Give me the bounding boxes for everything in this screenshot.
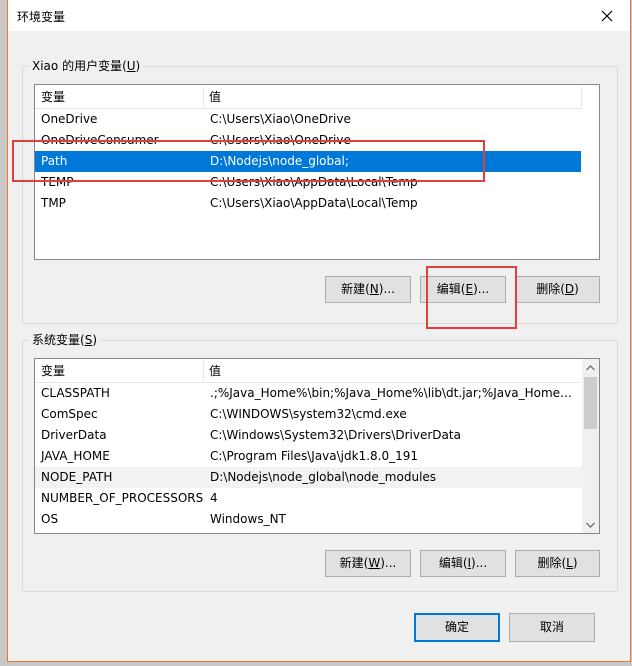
user-list-header: 变量 值 xyxy=(35,85,582,109)
system-list-header: 变量 值 xyxy=(35,359,581,383)
scroll-up-button[interactable] xyxy=(582,359,599,376)
user-delete-button[interactable]: 删除(D) xyxy=(515,276,600,303)
close-button[interactable] xyxy=(584,0,630,31)
variable-value: D:\Nodejs\node_global; xyxy=(210,154,349,168)
list-item[interactable]: OS Windows_NT xyxy=(35,509,582,530)
column-header-value[interactable]: 值 xyxy=(203,85,221,109)
chevron-down-icon xyxy=(586,522,595,528)
window-title: 环境变量 xyxy=(17,10,66,24)
scroll-thumb[interactable] xyxy=(584,377,597,429)
variable-value: D:\Nodejs\node_global\node_modules xyxy=(210,470,437,484)
variable-value: C:\Users\Xiao\OneDrive xyxy=(210,133,351,147)
column-header-name[interactable]: 变量 xyxy=(35,359,65,383)
variable-name: NODE_PATH xyxy=(41,470,113,484)
list-item[interactable]: NODE_PATH D:\Nodejs\node_global\node_modu… xyxy=(35,467,582,488)
user-edit-button[interactable]: 编辑(E)... xyxy=(420,276,506,303)
variable-name: NUMBER_OF_PROCESSORS xyxy=(41,491,204,505)
variable-name: ComSpec xyxy=(41,407,98,421)
variable-name: TMP xyxy=(41,196,66,210)
system-new-button[interactable]: 新建(W)... xyxy=(325,550,411,577)
variable-name: OS xyxy=(41,512,59,526)
scroll-down-button[interactable] xyxy=(582,516,599,533)
list-item[interactable]: OneDriveConsumer C:\Users\Xiao\OneDrive xyxy=(35,130,581,151)
variable-value: 4 xyxy=(210,491,218,505)
list-item[interactable]: DriverData C:\Windows\System32\Drivers\Dr… xyxy=(35,425,582,446)
list-item[interactable]: Path D:\Nodejs\node_global; xyxy=(35,151,581,172)
variable-value: Windows_NT xyxy=(210,512,286,526)
list-item[interactable]: TEMP C:\Users\Xiao\AppData\Local\Temp xyxy=(35,172,581,193)
list-item[interactable]: TMP C:\Users\Xiao\AppData\Local\Temp xyxy=(35,193,581,214)
variable-name: CLASSPATH xyxy=(41,386,110,400)
list-item[interactable]: CLASSPATH .;%Java_Home%\bin;%Java_Home%\l… xyxy=(35,383,582,404)
variable-name: TEMP xyxy=(41,175,74,189)
user-variables-list[interactable]: 变量 值 OneDrive C:\Users\Xiao\OneDrive OneDr… xyxy=(34,84,600,260)
column-header-name[interactable]: 变量 xyxy=(35,85,65,109)
cancel-button[interactable]: 取消 xyxy=(509,613,595,642)
variable-value: .;%Java_Home%\bin;%Java_Home%\lib\dt.jar… xyxy=(210,386,577,400)
list-item[interactable]: OneDrive C:\Users\Xiao\OneDrive xyxy=(35,109,581,130)
list-item[interactable]: NUMBER_OF_PROCESSORS 4 xyxy=(35,488,582,509)
system-edit-button[interactable]: 编辑(I)... xyxy=(420,550,506,577)
system-variables-list[interactable]: 变量 值 CLASSPATH .;%Java_Home%\bin;%Java_Ho… xyxy=(34,358,600,534)
close-icon xyxy=(601,10,613,21)
title-bar: 环境变量 xyxy=(8,0,630,31)
variable-value: C:\Users\Xiao\AppData\Local\Temp xyxy=(210,175,418,189)
chevron-up-icon xyxy=(586,364,595,370)
variable-value: C:\WINDOWS\system32\cmd.exe xyxy=(210,407,407,421)
variable-value: C:\Program Files\Java\jdk1.8.0_191 xyxy=(210,449,419,463)
variable-name: Path xyxy=(41,154,68,168)
ok-button[interactable]: 确定 xyxy=(414,613,500,642)
variable-value: C:\Users\Xiao\AppData\Local\Temp xyxy=(210,196,418,210)
column-header-value[interactable]: 值 xyxy=(203,359,221,383)
user-variables-legend: Xiao 的用户变量(U) xyxy=(29,59,144,74)
variable-name: DriverData xyxy=(41,428,107,442)
environment-variables-dialog: 环境变量 Xiao 的用户变量(U) 变量 值 OneDrive C:\Users… xyxy=(7,0,631,662)
variable-name: JAVA_HOME xyxy=(41,449,110,463)
variable-name: OneDriveConsumer xyxy=(41,133,159,147)
variable-name: OneDrive xyxy=(41,112,98,126)
variable-value: C:\Windows\System32\Drivers\DriverData xyxy=(210,428,461,442)
variable-value: C:\Users\Xiao\OneDrive xyxy=(210,112,351,126)
system-variables-legend: 系统变量(S) xyxy=(29,333,100,348)
user-new-button[interactable]: 新建(N)... xyxy=(325,276,411,303)
system-delete-button[interactable]: 删除(L) xyxy=(515,550,600,577)
system-list-scrollbar[interactable] xyxy=(582,359,599,533)
list-item[interactable]: ComSpec C:\WINDOWS\system32\cmd.exe xyxy=(35,404,582,425)
list-item[interactable]: JAVA_HOME C:\Program Files\Java\jdk1.8.0_… xyxy=(35,446,582,467)
